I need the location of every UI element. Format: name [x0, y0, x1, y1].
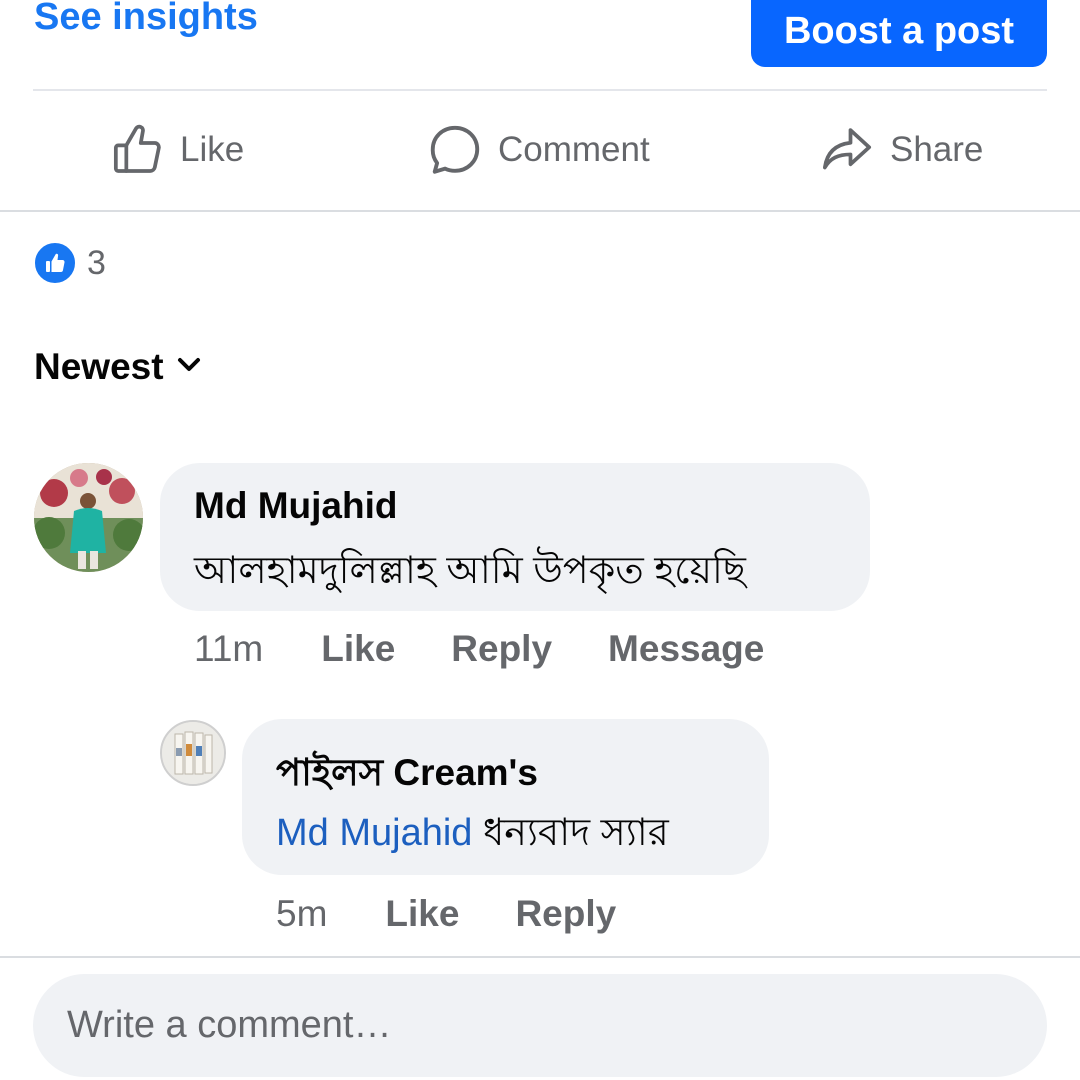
- comment-composer: [33, 974, 1047, 1077]
- comment-input[interactable]: [33, 974, 1047, 1077]
- share-action-label: Share: [890, 130, 984, 169]
- speech-bubble-icon: [426, 121, 484, 179]
- like-action-label: Like: [180, 130, 245, 169]
- reply-like-link[interactable]: Like: [385, 893, 459, 935]
- boost-post-button[interactable]: Boost a post: [751, 0, 1047, 67]
- like-action-button[interactable]: Like: [110, 120, 244, 180]
- comment-reply-link[interactable]: Reply: [451, 628, 552, 670]
- comment-text: আলহামদুলিল্লাহ আমি উপকৃত হয়েছি: [194, 550, 746, 592]
- avatar[interactable]: [160, 720, 226, 786]
- comment-message-link[interactable]: Message: [608, 628, 764, 670]
- reply-mention-link[interactable]: Md Mujahid: [276, 812, 472, 854]
- reply-reply-link[interactable]: Reply: [515, 893, 616, 935]
- comment-timestamp[interactable]: 11m: [194, 628, 263, 670]
- reply-body: ধন্যবাদ স্যার: [482, 812, 669, 854]
- reply-timestamp[interactable]: 5m: [276, 893, 327, 935]
- comment-bubble: Md Mujahid আলহামদুলিল্লাহ আমি উপকৃত হয়ে…: [160, 463, 870, 611]
- share-action-button[interactable]: Share: [818, 120, 983, 180]
- avatar[interactable]: [34, 463, 143, 572]
- reply-bubble: পাইলস Cream's Md Mujahid ধন্যবাদ স্যার: [242, 719, 769, 875]
- comment-like-link[interactable]: Like: [321, 628, 395, 670]
- post-footer-top-row: See insights Boost a post: [0, 0, 1080, 90]
- see-insights-link[interactable]: See insights: [34, 0, 258, 39]
- share-arrow-icon: [818, 122, 876, 178]
- comment-sort-dropdown[interactable]: Newest: [34, 346, 202, 388]
- sort-label: Newest: [34, 346, 164, 387]
- divider: [0, 210, 1080, 212]
- thumbs-up-icon: [110, 122, 166, 178]
- reply-text: Md Mujahid ধন্যবাদ স্যার: [276, 803, 669, 867]
- reply-meta: 5m Like Reply: [276, 893, 672, 935]
- reaction-count: 3: [87, 243, 106, 282]
- divider: [33, 89, 1047, 91]
- post-action-bar: Like Comment Share: [0, 92, 1080, 210]
- comment-author[interactable]: Md Mujahid: [194, 485, 397, 527]
- chevron-down-icon: [176, 356, 202, 379]
- reaction-summary[interactable]: 3: [33, 241, 106, 285]
- divider: [0, 956, 1080, 958]
- comment-action-button[interactable]: Comment: [426, 120, 650, 180]
- reply-author[interactable]: পাইলস Cream's: [276, 743, 538, 806]
- thumbs-up-icon: [33, 241, 77, 285]
- comment-action-label: Comment: [498, 130, 650, 169]
- comment-meta: 11m Like Reply Message: [194, 628, 820, 670]
